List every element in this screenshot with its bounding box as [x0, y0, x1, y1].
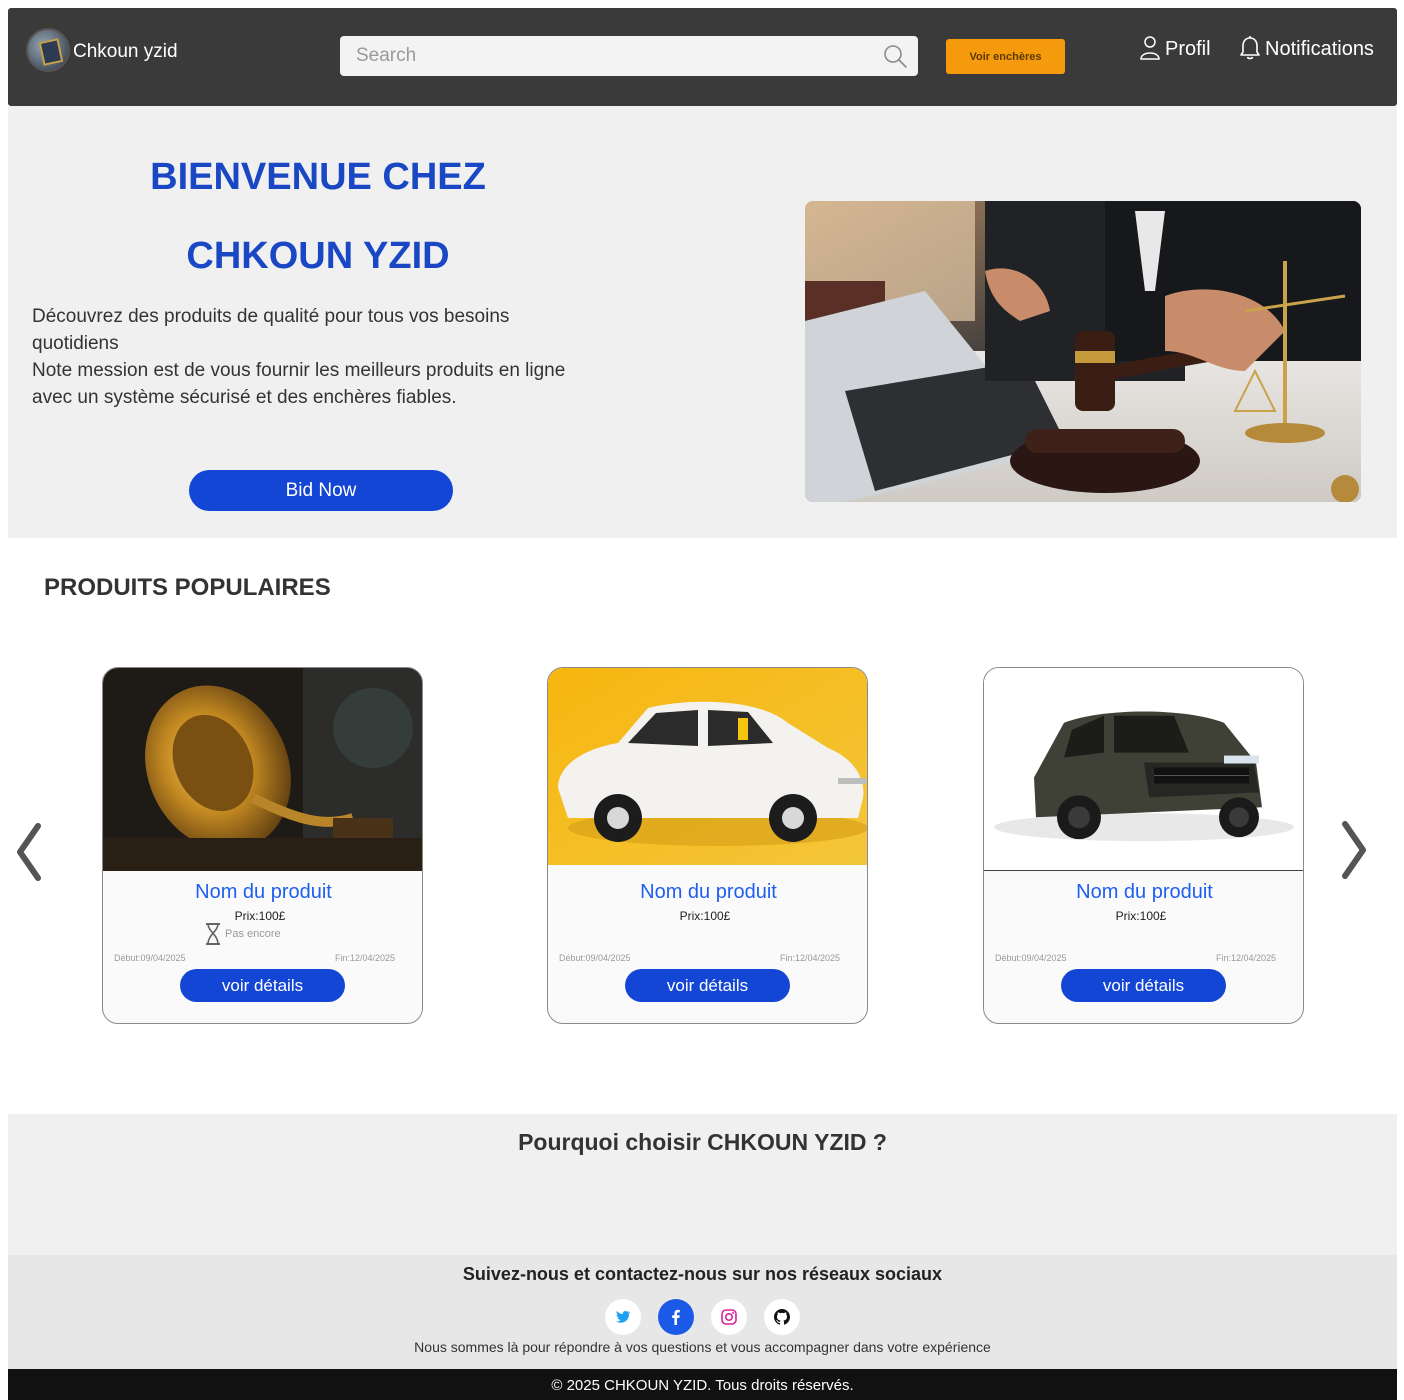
why-title: Pourquoi choisir CHKOUN YZID ? — [518, 1129, 887, 1155]
twitter-icon — [616, 1311, 630, 1323]
github-icon — [774, 1309, 790, 1325]
social-subtitle: Nous sommes là pour répondre à vos quest… — [414, 1339, 991, 1355]
instagram-link[interactable] — [711, 1299, 747, 1335]
social-icons — [605, 1299, 800, 1335]
hero-gavel-image — [805, 201, 1361, 502]
hero-description-line1: Découvrez des produits de qualité pour t… — [32, 306, 510, 354]
instagram-icon — [721, 1309, 737, 1325]
facebook-link[interactable] — [658, 1299, 694, 1335]
user-icon — [1140, 36, 1160, 60]
hero-title-line2: CHKOUN YZID — [186, 235, 450, 277]
popular-products-title: PRODUITS POPULAIRES — [44, 574, 331, 601]
product-price: Prix:100£ — [1115, 909, 1167, 923]
product-card[interactable]: Nom du produit Prix:100£ Pas encore Débu… — [102, 667, 423, 1024]
github-link[interactable] — [764, 1299, 800, 1335]
hero-section: BIENVENUE CHEZ CHKOUN YZID Découvrez des… — [8, 106, 1397, 538]
footer-copyright: © 2025 CHKOUN YZID. Tous droits réservés… — [551, 1377, 854, 1394]
profile-label: Profil — [1165, 38, 1211, 60]
twitter-link[interactable] — [605, 1299, 641, 1335]
product-start-date: Début:09/04/2025 — [559, 953, 631, 963]
product-image-suv — [984, 668, 1303, 871]
product-status-label: Pas encore — [225, 928, 281, 940]
brand-logo[interactable] — [26, 28, 70, 72]
product-name[interactable]: Nom du produit — [548, 881, 867, 904]
why-section: Pourquoi choisir CHKOUN YZID ? — [8, 1114, 1397, 1255]
facebook-icon — [672, 1309, 680, 1325]
search-icon[interactable] — [882, 43, 908, 69]
view-auctions-button[interactable]: Voir enchères — [946, 39, 1065, 74]
view-details-button[interactable]: voir détails — [180, 969, 345, 1002]
hero-title-line1: BIENVENUE CHEZ — [150, 156, 486, 198]
nav-profile-link[interactable]: Profil — [1138, 35, 1211, 61]
carousel-next-arrow-icon[interactable] — [1337, 818, 1371, 882]
product-end-date: Fin:12/04/2025 — [334, 953, 395, 963]
product-end-date: Fin:12/04/2025 — [779, 953, 840, 963]
view-details-button[interactable]: voir détails — [1061, 969, 1226, 1002]
product-end-date: Fin:12/04/2025 — [1215, 953, 1276, 963]
product-start-date: Début:09/04/2025 — [995, 953, 1067, 963]
hourglass-icon — [206, 923, 220, 945]
product-price: Prix:100£ — [679, 909, 731, 923]
product-card[interactable]: Nom du produit Prix:100£ Début:09/04/202… — [547, 667, 868, 1024]
product-price: Prix:100£ — [234, 909, 286, 923]
hero-description: Découvrez des produits de qualité pour t… — [32, 303, 592, 411]
brand-name[interactable]: Chkoun yzid — [73, 41, 178, 63]
navbar: Chkoun yzid Voir enchères Profil Notific… — [8, 8, 1397, 106]
notifications-label: Notifications — [1265, 38, 1374, 60]
footer: © 2025 CHKOUN YZID. Tous droits réservés… — [8, 1369, 1397, 1400]
product-name[interactable]: Nom du produit — [984, 881, 1303, 904]
carousel-prev-arrow-icon[interactable] — [12, 820, 46, 884]
bid-now-button[interactable]: Bid Now — [189, 470, 453, 511]
product-image-gramophone — [103, 668, 422, 871]
search-box — [340, 36, 918, 76]
product-status: Pas encore — [203, 922, 281, 946]
product-card[interactable]: Nom du produit Prix:100£ Début:09/04/202… — [983, 667, 1304, 1024]
bell-icon — [1240, 36, 1260, 60]
product-image-car — [548, 668, 867, 865]
social-section: Suivez-nous et contactez-nous sur nos ré… — [8, 1255, 1397, 1369]
search-input[interactable] — [340, 36, 870, 76]
nav-notifications-link[interactable]: Notifications — [1238, 35, 1374, 61]
social-title: Suivez-nous et contactez-nous sur nos ré… — [462, 1264, 943, 1284]
product-start-date: Début:09/04/2025 — [114, 953, 186, 963]
hero-description-line2: Note mession est de vous fournir les mei… — [32, 360, 566, 408]
view-details-button[interactable]: voir détails — [625, 969, 790, 1002]
product-name[interactable]: Nom du produit — [103, 881, 422, 904]
